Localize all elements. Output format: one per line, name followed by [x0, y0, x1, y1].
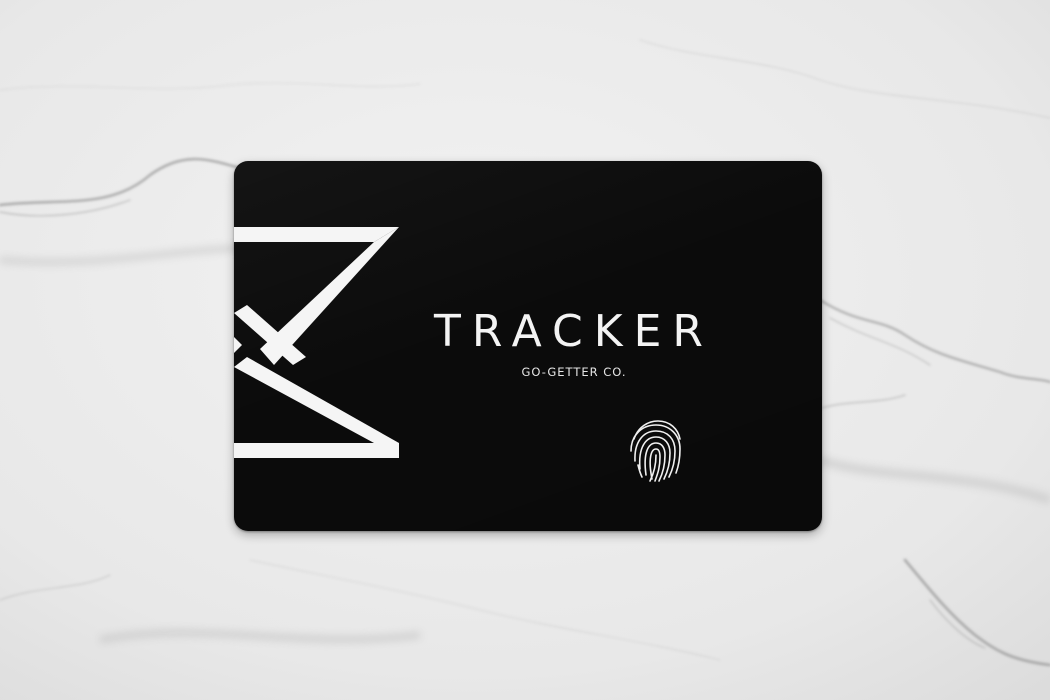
fingerprint-icon [630, 420, 681, 482]
product-photo-scene: TRACKER GO-GETTER CO. [0, 0, 1050, 700]
brand-name: TRACKER [434, 306, 714, 357]
hourglass-x-logo-icon [234, 227, 399, 458]
black-tracker-card: TRACKER GO-GETTER CO. [234, 161, 822, 531]
brand-tagline: GO-GETTER CO. [521, 365, 627, 379]
